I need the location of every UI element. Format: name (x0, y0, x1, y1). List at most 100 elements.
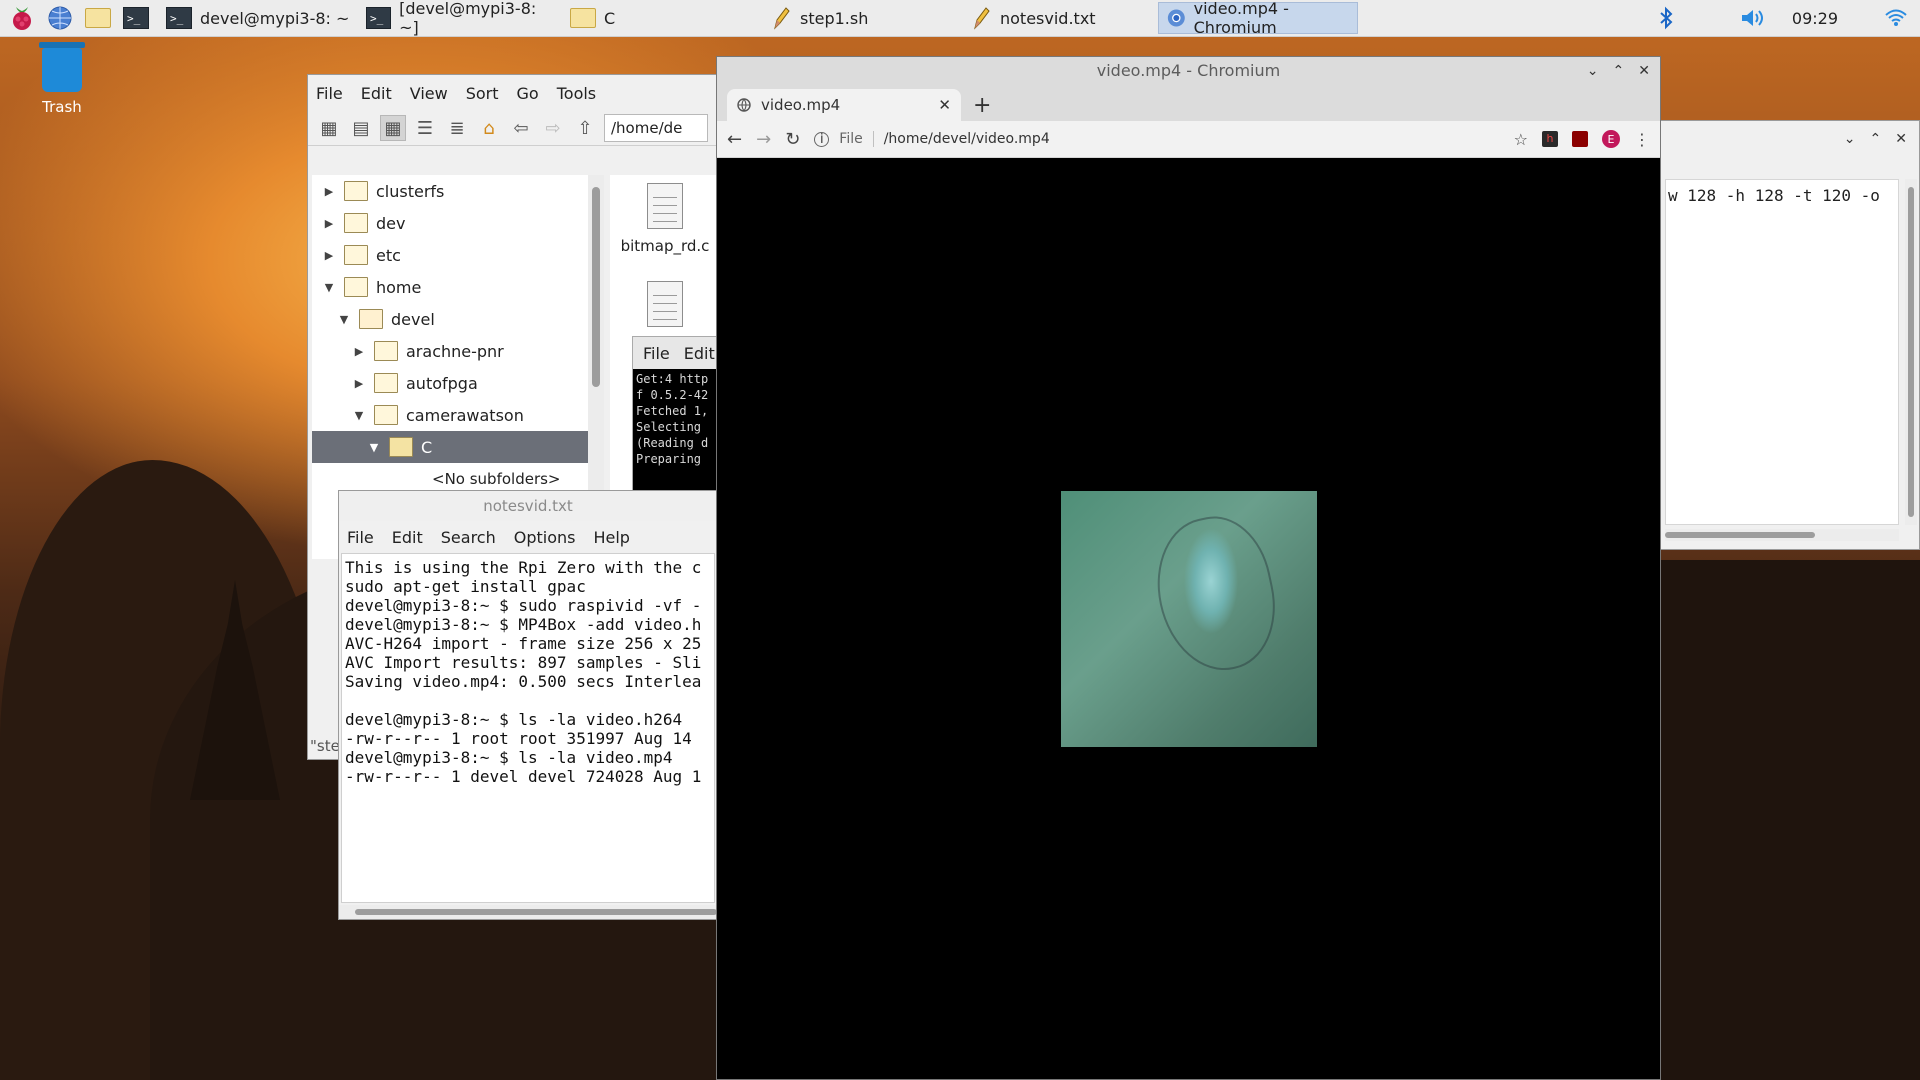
tree-expander[interactable]: ▶ (322, 217, 336, 230)
menu-sort[interactable]: Sort (466, 84, 499, 103)
arrow-left-icon: ⇦ (513, 117, 529, 139)
back-button[interactable]: ⇦ (508, 115, 534, 141)
tree-expander[interactable]: ▼ (337, 313, 351, 326)
volume-icon[interactable] (1740, 7, 1766, 29)
close-tab-icon[interactable]: ✕ (938, 96, 951, 114)
extension-h-icon[interactable]: h (1542, 131, 1558, 147)
list-view-button[interactable]: ≣ (444, 115, 470, 141)
tree-expander[interactable]: ▼ (352, 409, 366, 422)
compact-view-button[interactable]: ☰ (412, 115, 438, 141)
taskbar-task-terminal-2[interactable]: >_ [devel@mypi3-8: ~] (358, 0, 562, 37)
vertical-scrollbar[interactable] (1905, 179, 1917, 525)
folder-icon (374, 405, 398, 425)
terminal-launcher-button[interactable]: >_ (120, 2, 152, 34)
taskbar-task-step1[interactable]: step1.sh (762, 2, 962, 34)
reload-icon[interactable]: ↻ (785, 129, 800, 150)
menu-edit[interactable]: Edit (361, 84, 392, 103)
address-field[interactable]: /home/de (604, 114, 708, 142)
icon-view-button[interactable]: ▤ (348, 115, 374, 141)
info-icon[interactable]: i (814, 131, 830, 147)
menu-options[interactable]: Options (514, 528, 576, 547)
raspberry-menu-button[interactable] (6, 2, 38, 34)
file-manager-launcher-button[interactable] (82, 2, 114, 34)
menu-file[interactable]: File (316, 84, 343, 103)
menu-search[interactable]: Search (441, 528, 496, 547)
tree-item-dev[interactable]: ▶ dev (312, 207, 588, 239)
menu-edit[interactable]: Edit (392, 528, 423, 547)
omnibox[interactable]: i File /home/devel/video.mp4 (814, 131, 1499, 147)
new-tab-button[interactable]: + (973, 93, 991, 118)
tree-expander[interactable]: ▶ (322, 249, 336, 262)
taskbar-task-folder[interactable]: C (562, 2, 762, 34)
terminal-body[interactable]: w 128 -h 128 -t 120 -o (1665, 179, 1899, 525)
clock[interactable]: 09:29 (1792, 9, 1838, 28)
menu-tools[interactable]: Tools (557, 84, 596, 103)
taskbar-task-notesvid[interactable]: notesvid.txt (962, 2, 1158, 34)
file-item-2[interactable] (610, 281, 716, 327)
tree-item-autofpga[interactable]: ▶ autofpga (312, 367, 588, 399)
chromium-titlebar[interactable]: video.mp4 - Chromium ⌄ ⌃ ✕ (717, 57, 1660, 85)
minimize-icon[interactable]: ⌄ (1844, 131, 1856, 147)
ublock-icon[interactable] (1572, 131, 1588, 147)
tree-item-etc[interactable]: ▶ etc (312, 239, 588, 271)
tree-expander[interactable]: ▼ (367, 441, 381, 454)
back-icon[interactable]: ← (727, 129, 742, 150)
sidebar-toggle-button[interactable]: ▦ (316, 115, 342, 141)
tree-item-clusterfs[interactable]: ▶ clusterfs (312, 175, 588, 207)
forward-button[interactable]: ⇨ (540, 115, 566, 141)
tree-expander[interactable]: ▶ (352, 345, 366, 358)
star-icon[interactable]: ☆ (1514, 130, 1528, 149)
folder-icon (344, 181, 368, 201)
editor-menubar: File Edit Search Options Help (339, 521, 717, 553)
menu-file[interactable]: File (643, 344, 670, 363)
video-frame[interactable] (1061, 491, 1317, 747)
scroll-thumb[interactable] (1665, 532, 1815, 538)
window-controls: ⌄ ⌃ ✕ (1649, 121, 1919, 157)
menu-go[interactable]: Go (517, 84, 539, 103)
task-label: step1.sh (800, 8, 869, 28)
tree-item-c[interactable]: ▼ C (312, 431, 588, 463)
close-icon[interactable]: ✕ (1638, 57, 1650, 85)
forward-icon[interactable]: → (756, 129, 771, 150)
scroll-thumb[interactable] (355, 909, 717, 915)
browser-launcher-button[interactable] (44, 2, 76, 34)
taskbar-task-terminal-1[interactable]: >_ devel@mypi3-8: ~ (158, 2, 358, 34)
home-button[interactable]: ⌂ (476, 115, 502, 141)
window-controls: ⌄ ⌃ ✕ (1587, 57, 1650, 85)
tree-expander[interactable]: ▼ (322, 281, 336, 294)
maximize-icon[interactable]: ⌃ (1870, 131, 1882, 147)
trash-label: Trash (42, 98, 82, 116)
tab-video[interactable]: video.mp4 ✕ (727, 89, 961, 121)
wifi-icon[interactable] (1884, 8, 1908, 28)
file-item-bitmap-rd[interactable]: bitmap_rd.c (610, 183, 716, 255)
horizontal-scrollbar[interactable] (339, 905, 717, 919)
menu-edit[interactable]: Edit (684, 344, 715, 363)
scroll-thumb[interactable] (592, 187, 600, 387)
terminal-icon: >_ (366, 7, 392, 29)
menu-file[interactable]: File (347, 528, 374, 547)
desktop-trash[interactable]: Trash (36, 42, 88, 116)
up-button[interactable]: ⇧ (572, 115, 598, 141)
menu-help[interactable]: Help (593, 528, 629, 547)
tree-item-camerawatson[interactable]: ▼ camerawatson (312, 399, 588, 431)
thumbnail-view-button[interactable]: ▦ (380, 115, 406, 141)
tree-item-devel[interactable]: ▼ devel (312, 303, 588, 335)
tree-item-home[interactable]: ▼ home (312, 271, 588, 303)
menu-view[interactable]: View (410, 84, 448, 103)
profile-avatar[interactable]: E (1602, 130, 1620, 148)
menu-kebab-icon[interactable]: ⋮ (1634, 130, 1650, 149)
horizontal-scrollbar[interactable] (1665, 529, 1899, 541)
window-title[interactable]: notesvid.txt (339, 491, 717, 521)
minimize-icon[interactable]: ⌄ (1587, 57, 1599, 85)
tree-expander[interactable]: ▶ (352, 377, 366, 390)
folder-icon (570, 8, 596, 28)
editor-text-area[interactable]: This is using the Rpi Zero with the c su… (341, 553, 715, 903)
bluetooth-icon[interactable] (1658, 6, 1674, 30)
tree-item-label: clusterfs (376, 181, 445, 201)
tree-item-arachne-pnr[interactable]: ▶ arachne-pnr (312, 335, 588, 367)
close-icon[interactable]: ✕ (1895, 131, 1907, 147)
maximize-icon[interactable]: ⌃ (1613, 57, 1625, 85)
taskbar-task-chromium[interactable]: video.mp4 - Chromium (1158, 0, 1358, 37)
scroll-thumb[interactable] (1908, 187, 1914, 517)
tree-expander[interactable]: ▶ (322, 185, 336, 198)
